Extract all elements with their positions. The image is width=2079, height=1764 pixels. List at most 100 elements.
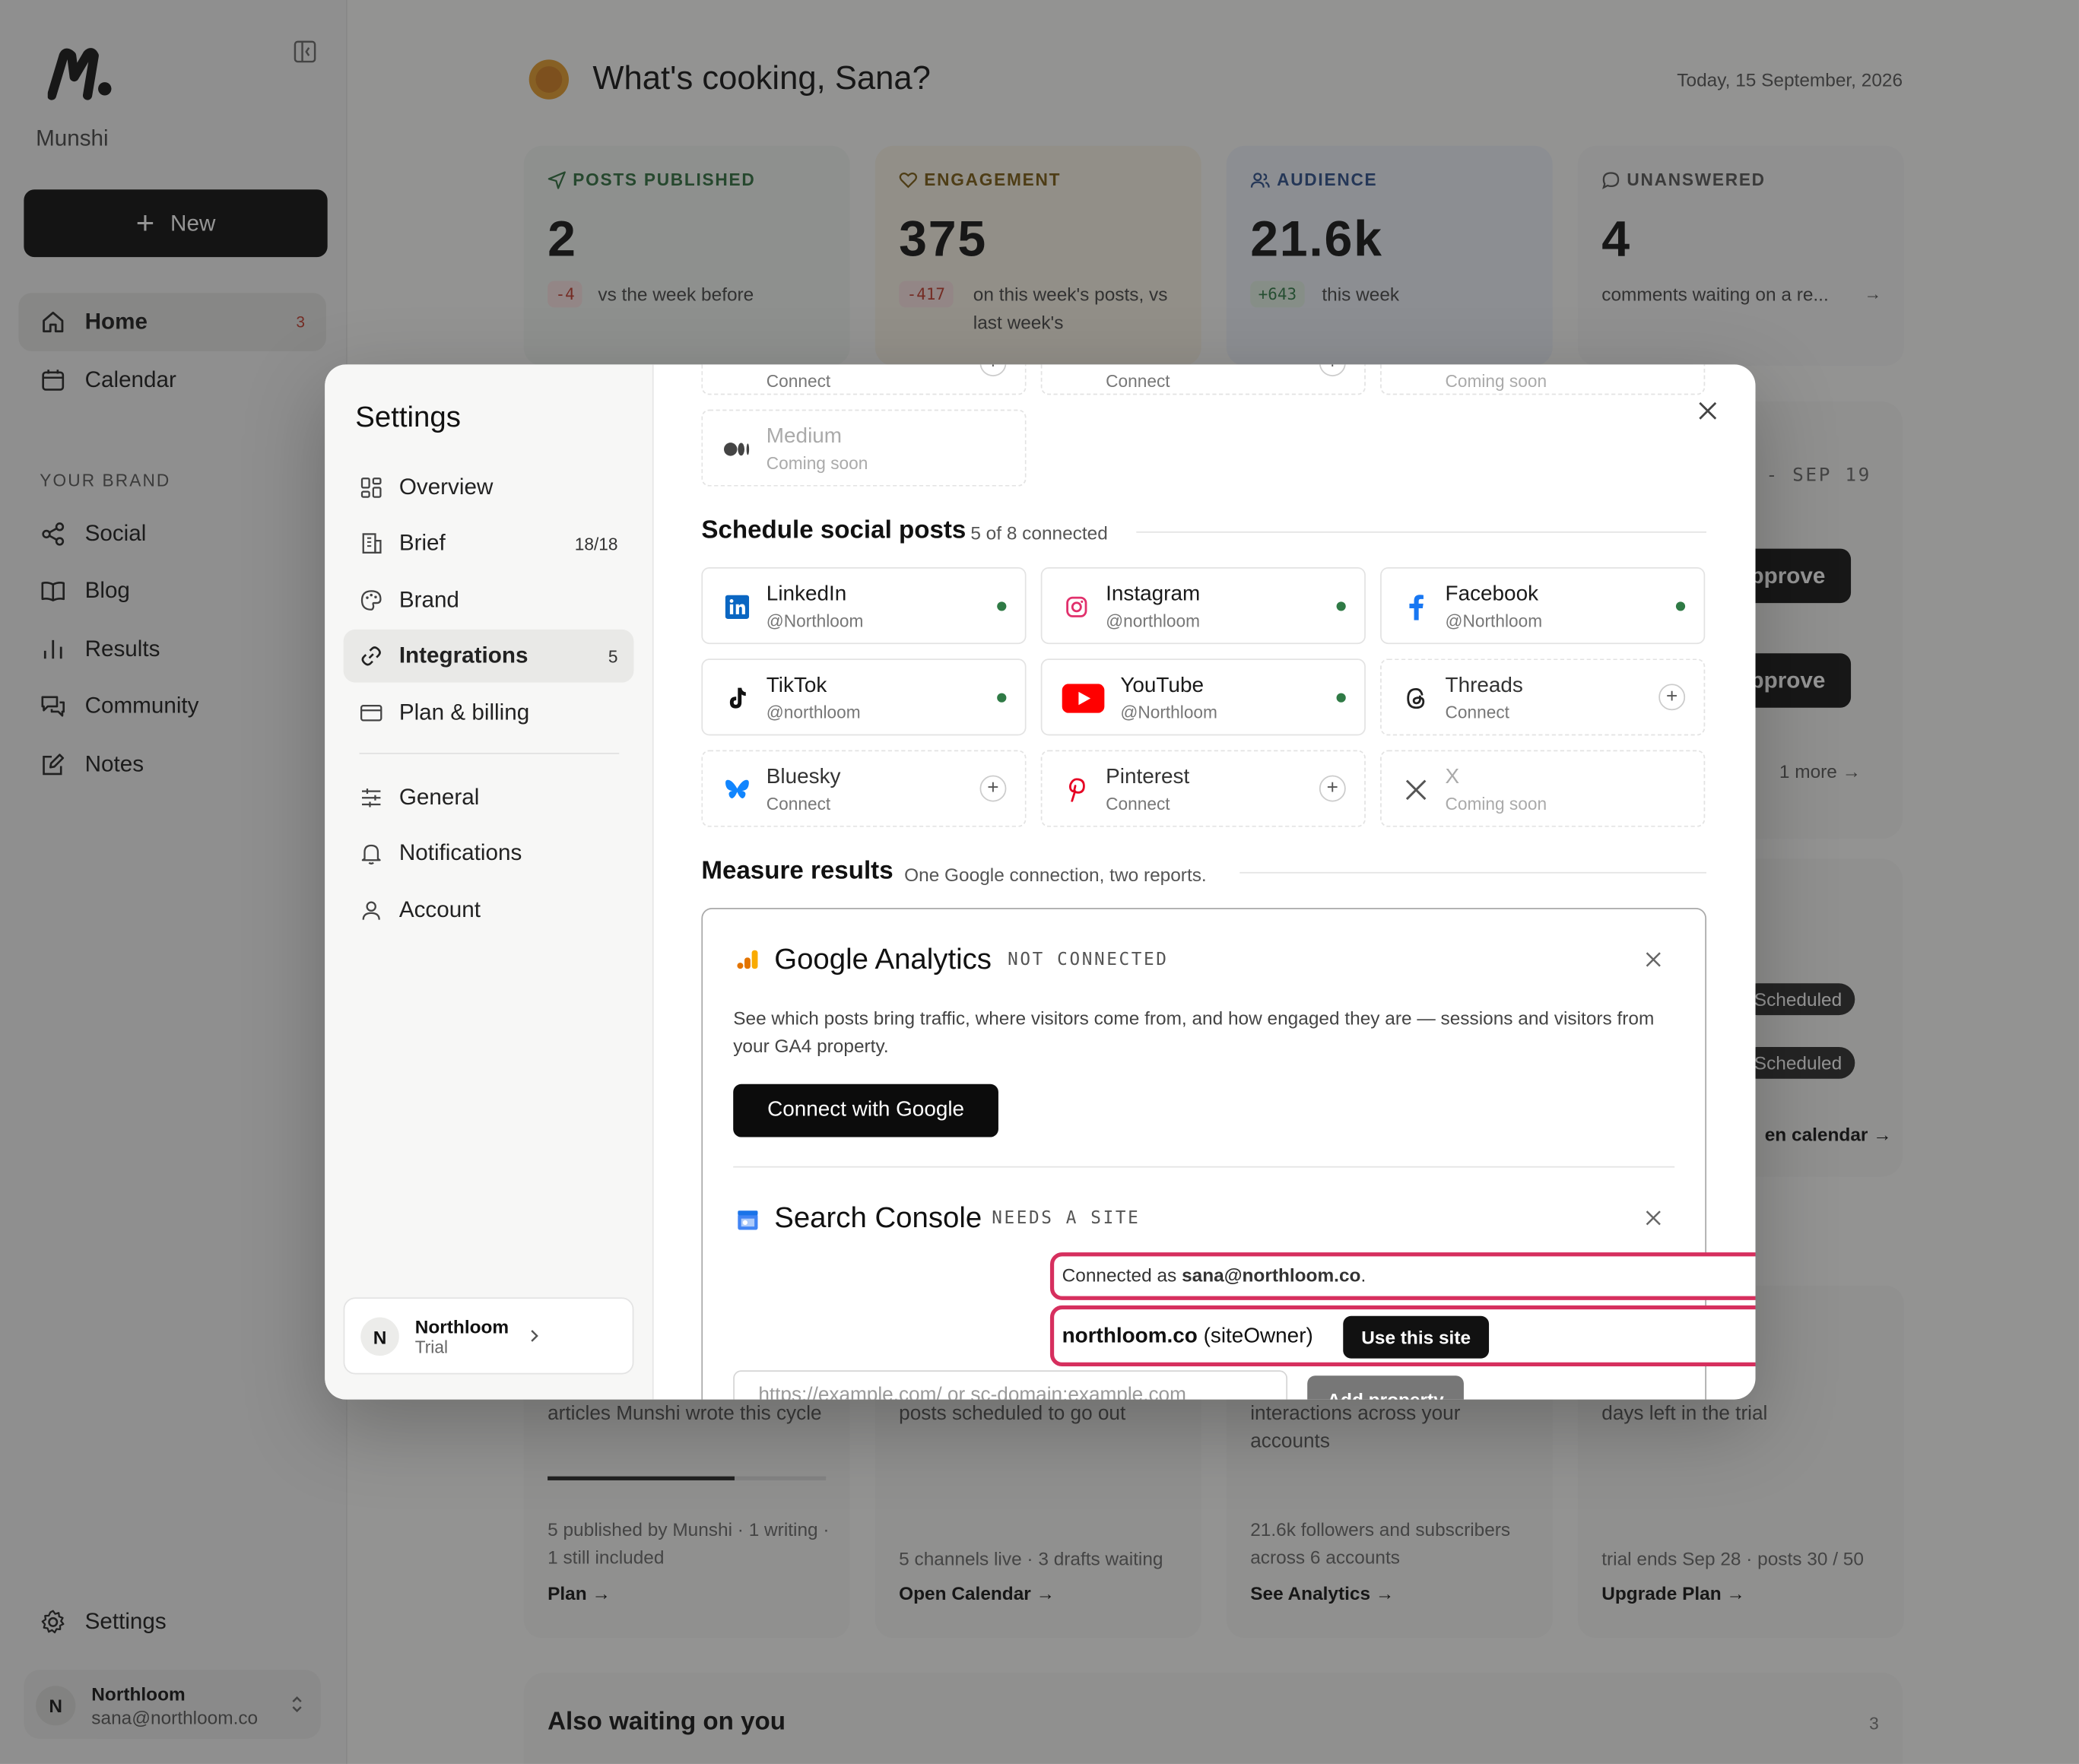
integration-status: Connect bbox=[1445, 702, 1509, 722]
integration-name: X bbox=[1445, 766, 1460, 789]
integration-status: Coming soon bbox=[766, 453, 868, 474]
integration-tile-x: X Coming soon bbox=[1380, 750, 1706, 827]
workspace-plan: Trial bbox=[414, 1337, 448, 1357]
section-divider bbox=[1136, 531, 1707, 533]
close-modal-icon[interactable] bbox=[1696, 399, 1719, 423]
medium-icon bbox=[724, 436, 751, 462]
settings-nav-plan-billing[interactable]: Plan & billing bbox=[344, 687, 634, 740]
settings-nav-label: Brief bbox=[398, 530, 446, 556]
workspace-avatar: N bbox=[360, 1317, 399, 1356]
linkedin-icon bbox=[724, 594, 751, 620]
schedule-section-sub: 5 of 8 connected bbox=[970, 522, 1108, 544]
integration-tile-youtube[interactable]: YouTube @Northloom bbox=[1040, 658, 1366, 736]
integration-handle: @northloom bbox=[766, 702, 861, 722]
workspace-switcher[interactable]: N Northloom Trial bbox=[343, 1297, 634, 1375]
section-divider bbox=[1239, 871, 1707, 874]
building-icon bbox=[360, 531, 383, 555]
integration-status: Connect bbox=[1106, 794, 1170, 814]
integration-tile-pinterest[interactable]: Pinterest Connect + bbox=[1040, 750, 1366, 827]
integration-tile-instagram[interactable]: Instagram @northloom bbox=[1040, 567, 1366, 645]
connect-plus-icon[interactable]: + bbox=[1319, 775, 1346, 802]
settings-nav-label: Account bbox=[398, 897, 481, 923]
threads-icon bbox=[1403, 685, 1430, 712]
connected-dot bbox=[1675, 601, 1686, 611]
integrations-count: 5 bbox=[608, 646, 618, 666]
bell-icon bbox=[360, 842, 383, 865]
grid-icon bbox=[360, 476, 383, 500]
settings-title: Settings bbox=[355, 400, 461, 433]
measure-section-title: Measure results bbox=[701, 857, 893, 886]
link-icon bbox=[360, 644, 383, 668]
property-url-input[interactable]: https://example.com/ or sc-domain:exampl… bbox=[733, 1370, 1288, 1400]
settings-nav-label: General bbox=[398, 784, 480, 810]
settings-nav-label: Plan & billing bbox=[398, 700, 530, 725]
site-row: northloom.co (siteOwner) Use this site bbox=[1049, 1305, 1756, 1367]
add-property-button[interactable]: Add property bbox=[1307, 1375, 1464, 1400]
integration-tile-medium: Medium Coming soon bbox=[701, 409, 1027, 487]
integration-name: Instagram bbox=[1106, 582, 1201, 606]
integration-handle: @Northloom bbox=[766, 611, 864, 631]
sliders-icon bbox=[360, 786, 383, 810]
pinterest-icon bbox=[1063, 776, 1090, 803]
site-domain: northloom.co bbox=[1062, 1325, 1198, 1348]
integration-name: Pinterest bbox=[1106, 766, 1190, 789]
ga-title: Google Analytics bbox=[774, 942, 992, 976]
integration-tile[interactable]: Connect + bbox=[701, 364, 1027, 395]
integration-status: Coming soon bbox=[1445, 794, 1547, 814]
integrations-panel: Connect + Connect + Coming soon Medium C… bbox=[654, 364, 1756, 1400]
settings-modal: Settings Overview Brief 18/18 Brand Inte… bbox=[325, 364, 1756, 1400]
workspace-name: Northloom bbox=[414, 1315, 509, 1337]
analytics-icon bbox=[736, 947, 760, 971]
connect-plus-icon[interactable]: + bbox=[1658, 684, 1686, 711]
settings-nav-label: Integrations bbox=[398, 642, 528, 668]
integration-tile-tiktok[interactable]: TikTok @northloom bbox=[701, 658, 1027, 736]
facebook-icon bbox=[1403, 594, 1430, 620]
sc-status: NEEDS A SITE bbox=[992, 1208, 1141, 1229]
section-divider bbox=[733, 1166, 1675, 1168]
integration-tile: Coming soon bbox=[1380, 364, 1706, 395]
settings-nav-overview[interactable]: Overview bbox=[344, 462, 634, 515]
settings-nav-general[interactable]: General bbox=[344, 771, 634, 824]
integration-name: Facebook bbox=[1445, 582, 1539, 606]
settings-sidebar: Settings Overview Brief 18/18 Brand Inte… bbox=[325, 364, 654, 1400]
settings-nav-divider bbox=[359, 753, 620, 754]
x-icon bbox=[1403, 776, 1430, 803]
connected-dot bbox=[1336, 693, 1346, 703]
settings-nav-label: Brand bbox=[398, 587, 459, 613]
integration-status: Connect bbox=[766, 794, 831, 814]
chevron-right-icon bbox=[528, 1325, 541, 1347]
search-console-icon bbox=[736, 1209, 760, 1233]
ga-status: NOT CONNECTED bbox=[1008, 950, 1169, 970]
connect-google-button[interactable]: Connect with Google bbox=[733, 1083, 998, 1137]
use-this-site-button[interactable]: Use this site bbox=[1343, 1315, 1490, 1359]
integration-tile-linkedin[interactable]: LinkedIn @Northloom bbox=[701, 567, 1027, 645]
connected-dot bbox=[1336, 601, 1346, 611]
settings-nav-notifications[interactable]: Notifications bbox=[344, 827, 634, 880]
integration-tile-bluesky[interactable]: Bluesky Connect + bbox=[701, 750, 1027, 827]
brief-count: 18/18 bbox=[574, 533, 618, 554]
settings-nav-brand[interactable]: Brand bbox=[344, 574, 634, 627]
user-icon bbox=[360, 899, 383, 922]
connect-plus-icon[interactable]: + bbox=[979, 775, 1007, 802]
integration-tile-threads[interactable]: Threads Connect + bbox=[1380, 658, 1706, 736]
measure-section-sub: One Google connection, two reports. bbox=[904, 864, 1207, 886]
connected-dot bbox=[997, 601, 1007, 611]
settings-nav-label: Overview bbox=[398, 474, 494, 500]
instagram-icon bbox=[1063, 594, 1090, 620]
integration-tile[interactable]: Connect + bbox=[1040, 364, 1366, 395]
connected-as-text: Connected as sana@northloom.co. bbox=[1062, 1264, 1366, 1286]
sc-close-icon[interactable] bbox=[1646, 1210, 1662, 1226]
integration-name: Bluesky bbox=[766, 766, 841, 789]
settings-nav-label: Notifications bbox=[398, 840, 522, 866]
integration-status: Connect bbox=[1106, 371, 1170, 392]
settings-nav-account[interactable]: Account bbox=[344, 884, 634, 938]
integration-handle: @northloom bbox=[1106, 611, 1200, 631]
integration-tile-facebook[interactable]: Facebook @Northloom bbox=[1380, 567, 1706, 645]
youtube-icon bbox=[1061, 684, 1106, 713]
site-role: (siteOwner) bbox=[1203, 1325, 1313, 1348]
settings-nav-brief[interactable]: Brief 18/18 bbox=[344, 517, 634, 570]
connect-plus-icon: + bbox=[1319, 364, 1346, 377]
ga-close-icon[interactable] bbox=[1646, 951, 1662, 967]
connected-email: sana@northloom.co bbox=[1182, 1264, 1361, 1286]
settings-nav-integrations[interactable]: Integrations 5 bbox=[343, 629, 634, 683]
